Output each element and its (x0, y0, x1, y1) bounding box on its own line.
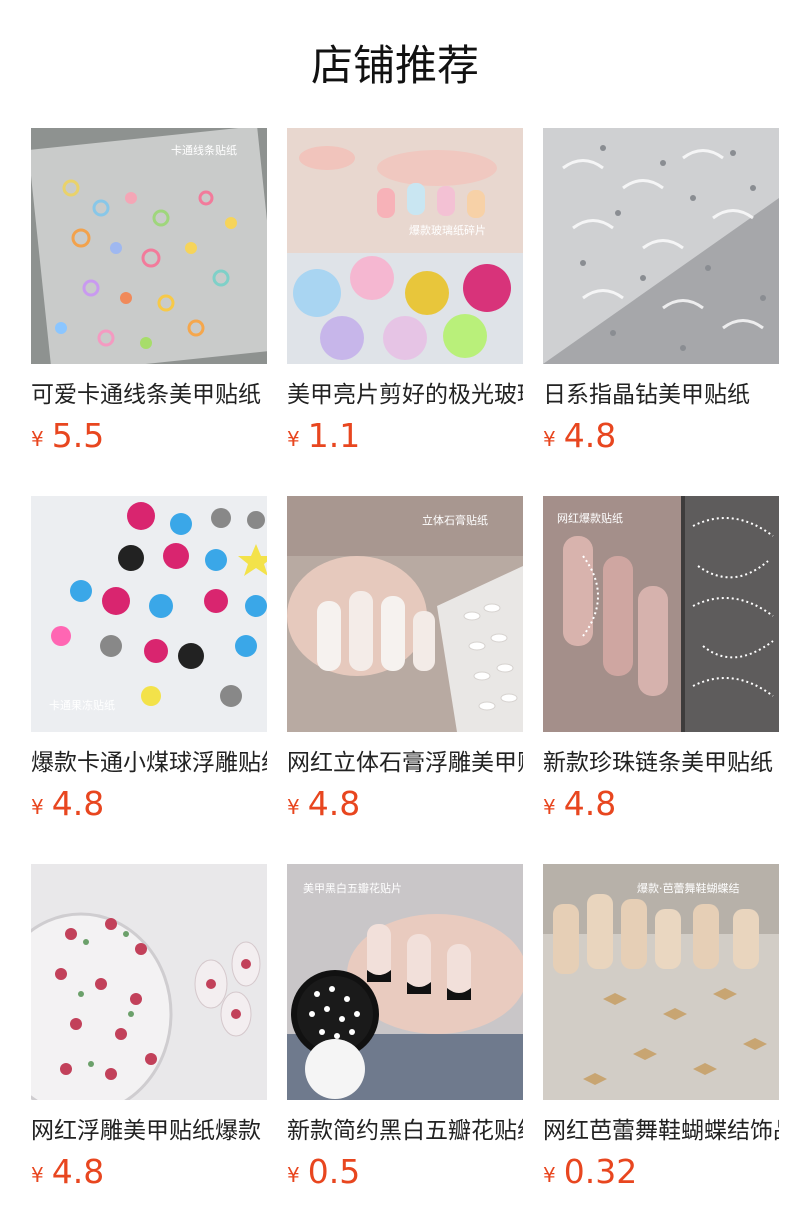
product-name[interactable]: 爆款卡通小煤球浮雕贴纸 (31, 746, 267, 780)
black-white-flower-nails-image[interactable]: 美甲黑白五瓣花贴片 (287, 864, 523, 1100)
product-card[interactable]: 网红浮雕美甲贴纸爆款 ¥4.8 (31, 864, 267, 1194)
pearl-sticker-sheet-image[interactable] (543, 128, 779, 364)
product-name[interactable]: 新款珍珠链条美甲贴纸 (543, 746, 779, 780)
rose-relief-sticker-image[interactable] (31, 864, 267, 1100)
currency-symbol: ¥ (543, 795, 556, 819)
price-value: 4.8 (51, 784, 105, 823)
currency-symbol: ¥ (31, 427, 44, 451)
plaster-relief-nails-image[interactable]: 立体石膏贴纸 (287, 496, 523, 732)
image-label: 美甲黑白五瓣花贴片 (303, 881, 402, 895)
price-value: 4.8 (307, 784, 361, 823)
product-name[interactable]: 美甲亮片剪好的极光玻璃纸 (287, 378, 523, 412)
currency-symbol: ¥ (31, 1163, 44, 1187)
product-name[interactable]: 可爱卡通线条美甲贴纸 (31, 378, 267, 412)
image-label: 卡通线条贴纸 (171, 143, 237, 157)
product-name[interactable]: 网红芭蕾舞鞋蝴蝶结饰品 (543, 1114, 779, 1148)
price-value: 1.1 (307, 416, 361, 455)
image-label: 爆款·芭蕾舞鞋蝴蝶结 (637, 881, 740, 895)
product-price: ¥4.8 (31, 784, 104, 824)
currency-symbol: ¥ (287, 795, 300, 819)
product-card[interactable]: 爆款·芭蕾舞鞋蝴蝶结 网红芭蕾舞鞋蝴蝶结饰品 ¥0.32 (543, 864, 779, 1194)
glass-paper-flakes-image[interactable]: 爆款玻璃纸碎片 (287, 128, 523, 364)
product-card[interactable]: 立体石膏贴纸 网红立体石膏浮雕美甲贴纸 ¥4.8 (287, 496, 523, 826)
product-name[interactable]: 网红立体石膏浮雕美甲贴纸 (287, 746, 523, 780)
product-price: ¥0.5 (287, 1152, 360, 1192)
product-price: ¥5.5 (31, 416, 104, 456)
product-price: ¥4.8 (31, 1152, 104, 1192)
product-card[interactable]: 卡通果冻贴纸 爆款卡通小煤球浮雕贴纸 ¥4.8 (31, 496, 267, 826)
product-price: ¥1.1 (287, 416, 360, 456)
currency-symbol: ¥ (543, 1163, 556, 1187)
currency-symbol: ¥ (31, 795, 44, 819)
product-card[interactable]: 爆款玻璃纸碎片 美甲亮片剪好的极光玻璃纸 ¥1.1 (287, 128, 523, 458)
product-price: ¥4.8 (287, 784, 360, 824)
price-value: 0.32 (563, 1152, 638, 1191)
soot-sprite-sticker-image[interactable]: 卡通果冻贴纸 (31, 496, 267, 732)
product-name[interactable]: 网红浮雕美甲贴纸爆款 (31, 1114, 267, 1148)
currency-symbol: ¥ (287, 1163, 300, 1187)
product-price: ¥4.8 (543, 784, 616, 824)
product-card[interactable]: 网红爆款贴纸 新款珍珠链条美甲贴纸 ¥4.8 (543, 496, 779, 826)
price-value: 4.8 (51, 1152, 105, 1191)
price-value: 4.8 (563, 784, 617, 823)
cartoon-line-sticker-image[interactable]: 卡通线条贴纸 (31, 128, 267, 364)
price-value: 5.5 (51, 416, 105, 455)
image-label: 立体石膏贴纸 (422, 513, 488, 527)
product-card[interactable]: 美甲黑白五瓣花贴片 新款简约黑白五瓣花贴纸 ¥0.5 (287, 864, 523, 1194)
product-price: ¥4.8 (543, 416, 616, 456)
image-label: 网红爆款贴纸 (557, 511, 623, 525)
currency-symbol: ¥ (543, 427, 556, 451)
ballet-bow-charms-image[interactable]: 爆款·芭蕾舞鞋蝴蝶结 (543, 864, 779, 1100)
price-value: 0.5 (307, 1152, 361, 1191)
product-name[interactable]: 新款简约黑白五瓣花贴纸 (287, 1114, 523, 1148)
currency-symbol: ¥ (287, 427, 300, 451)
product-card[interactable]: 日系指晶钻美甲贴纸 ¥4.8 (543, 128, 779, 458)
image-label: 爆款玻璃纸碎片 (409, 223, 486, 237)
price-value: 4.8 (563, 416, 617, 455)
image-label: 卡通果冻贴纸 (49, 698, 115, 712)
product-name[interactable]: 日系指晶钻美甲贴纸 (543, 378, 779, 412)
product-card[interactable]: 卡通线条贴纸 可爱卡通线条美甲贴纸 ¥5.5 (31, 128, 267, 458)
pearl-chain-nails-image[interactable]: 网红爆款贴纸 (543, 496, 779, 732)
page-title: 店铺推荐 (310, 41, 479, 90)
product-price: ¥0.32 (543, 1152, 637, 1192)
